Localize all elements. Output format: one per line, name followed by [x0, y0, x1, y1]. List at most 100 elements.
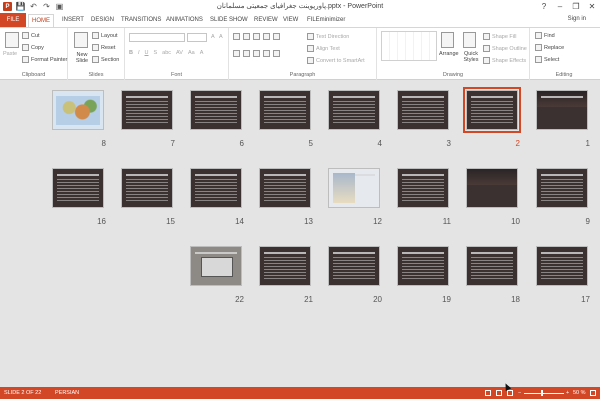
shape-fill-label: Shape Fill	[492, 33, 517, 40]
tab-review[interactable]: REVIEW	[254, 15, 278, 26]
reading-view-icon[interactable]	[507, 390, 513, 396]
italic-icon[interactable]: I	[138, 50, 140, 56]
change-case-icon[interactable]: Aa	[188, 50, 195, 56]
slide-thumbnail[interactable]	[328, 168, 380, 208]
columns-icon[interactable]	[273, 50, 280, 57]
shadow-icon[interactable]: S	[154, 50, 158, 56]
cut-button[interactable]: Cut	[22, 32, 40, 39]
bullets-icon[interactable]	[233, 33, 240, 40]
bold-icon[interactable]: B	[129, 50, 133, 56]
tab-fileminimizer[interactable]: FILEminimizer	[307, 15, 345, 26]
decrease-indent-icon[interactable]	[253, 33, 260, 40]
font-size-select[interactable]	[187, 33, 207, 42]
increase-indent-icon[interactable]	[263, 33, 270, 40]
strikethrough-icon[interactable]: abc	[162, 50, 171, 56]
slide-thumbnail[interactable]	[466, 168, 518, 208]
slide-thumbnail[interactable]	[52, 168, 104, 208]
normal-view-icon[interactable]	[485, 390, 491, 396]
slide-thumbnail[interactable]	[397, 168, 449, 208]
slide-thumbnail[interactable]	[466, 246, 518, 286]
quick-styles-button[interactable]: Quick Styles	[461, 51, 481, 63]
select-button[interactable]: Select	[535, 56, 559, 63]
slide-thumbnail[interactable]	[397, 90, 449, 130]
align-buttons	[233, 50, 280, 57]
tab-slide-show[interactable]: SLIDE SHOW	[210, 15, 248, 26]
tab-home[interactable]: HOME	[28, 14, 54, 27]
zoom-slider[interactable]	[524, 393, 564, 394]
fit-to-window-icon[interactable]	[590, 390, 596, 396]
slide-sorter-icon[interactable]	[496, 390, 502, 396]
slide-thumbnail[interactable]	[259, 90, 311, 130]
font-color-icon[interactable]: A	[200, 50, 204, 56]
shape-effects-button[interactable]: Shape Effects	[483, 57, 526, 64]
slide-thumbnail[interactable]	[190, 168, 242, 208]
reset-button[interactable]: Reset	[92, 44, 115, 51]
slide-number: 2	[515, 139, 520, 148]
arrange-button[interactable]: Arrange	[439, 51, 459, 57]
format-painter-button[interactable]: Format Painter	[22, 56, 67, 63]
align-left-icon[interactable]	[233, 50, 240, 57]
tab-file[interactable]: FILE	[0, 13, 26, 27]
language-indicator[interactable]: PERSIAN	[55, 390, 79, 396]
tab-animations[interactable]: ANIMATIONS	[166, 15, 203, 26]
help-button[interactable]: ?	[536, 0, 552, 12]
find-button[interactable]: Find	[535, 32, 555, 39]
editing-group: Find Replace Select Editing	[530, 28, 598, 80]
tab-design[interactable]: DESIGN	[91, 15, 114, 26]
shapes-gallery[interactable]	[381, 31, 437, 61]
copy-button[interactable]: Copy	[22, 44, 44, 51]
slide-thumbnail[interactable]	[397, 246, 449, 286]
slide-thumbnail[interactable]	[121, 168, 173, 208]
slide-thumbnail[interactable]	[536, 168, 588, 208]
slide-thumbnail[interactable]	[536, 90, 588, 130]
zoom-slider-thumb[interactable]	[541, 390, 543, 396]
tab-view[interactable]: VIEW	[283, 15, 298, 26]
align-right-icon[interactable]	[253, 50, 260, 57]
close-button[interactable]: ✕	[584, 0, 600, 12]
zoom-out-icon[interactable]: −	[518, 390, 521, 396]
copy-label: Copy	[31, 44, 44, 51]
shape-outline-label: Shape Outline	[492, 45, 527, 52]
numbering-icon[interactable]	[243, 33, 250, 40]
slide-number: 5	[308, 139, 313, 148]
layout-button[interactable]: Layout	[92, 32, 118, 39]
slide-thumbnail[interactable]	[190, 90, 242, 130]
slide-thumbnail[interactable]	[121, 90, 173, 130]
slide-thumbnail[interactable]	[259, 246, 311, 286]
slide-thumbnail[interactable]	[536, 246, 588, 286]
char-spacing-icon[interactable]: AV	[176, 50, 183, 56]
slide-thumbnail[interactable]	[259, 168, 311, 208]
align-text-button[interactable]: Align Text	[307, 45, 340, 52]
grow-font-icon[interactable]: A	[211, 34, 215, 40]
zoom-in-icon[interactable]: +	[566, 390, 569, 396]
section-button[interactable]: Section	[92, 56, 119, 63]
font-family-select[interactable]	[129, 33, 185, 42]
slide-thumbnail[interactable]	[328, 90, 380, 130]
tab-insert[interactable]: INSERT	[62, 15, 84, 26]
sign-in-link[interactable]: Sign in	[568, 16, 586, 22]
text-direction-button[interactable]: Text Direction	[307, 33, 349, 40]
convert-smartart-button[interactable]: Convert to SmartArt	[307, 57, 365, 64]
zoom-level[interactable]: 50 %	[573, 390, 586, 396]
replace-button[interactable]: Replace	[535, 44, 564, 51]
slide-thumbnail[interactable]	[463, 87, 521, 133]
slide-thumbnail[interactable]	[328, 246, 380, 286]
shrink-font-icon[interactable]: A	[219, 34, 223, 40]
minimize-button[interactable]: –	[552, 0, 568, 12]
title-bar: P 💾 ↶ ↷ ▣ پاورپوینت جغرافیای جمعیتی مسلم…	[0, 0, 600, 13]
tab-transitions[interactable]: TRANSITIONS	[121, 15, 161, 26]
justify-icon[interactable]	[263, 50, 270, 57]
paste-icon	[5, 32, 19, 48]
shape-fill-button[interactable]: Shape Fill	[483, 33, 516, 40]
maximize-button[interactable]: ❐	[568, 0, 584, 12]
paste-button[interactable]: Paste	[3, 51, 17, 57]
shape-outline-button[interactable]: Shape Outline	[483, 45, 527, 52]
new-slide-button[interactable]: New Slide	[71, 52, 93, 64]
underline-icon[interactable]: U	[145, 50, 149, 56]
align-center-icon[interactable]	[243, 50, 250, 57]
slide-thumbnail[interactable]	[52, 90, 104, 130]
slide-number: 9	[585, 217, 590, 226]
slide-thumbnail[interactable]	[190, 246, 242, 286]
slide-number: 16	[97, 217, 106, 226]
line-spacing-icon[interactable]	[273, 33, 280, 40]
